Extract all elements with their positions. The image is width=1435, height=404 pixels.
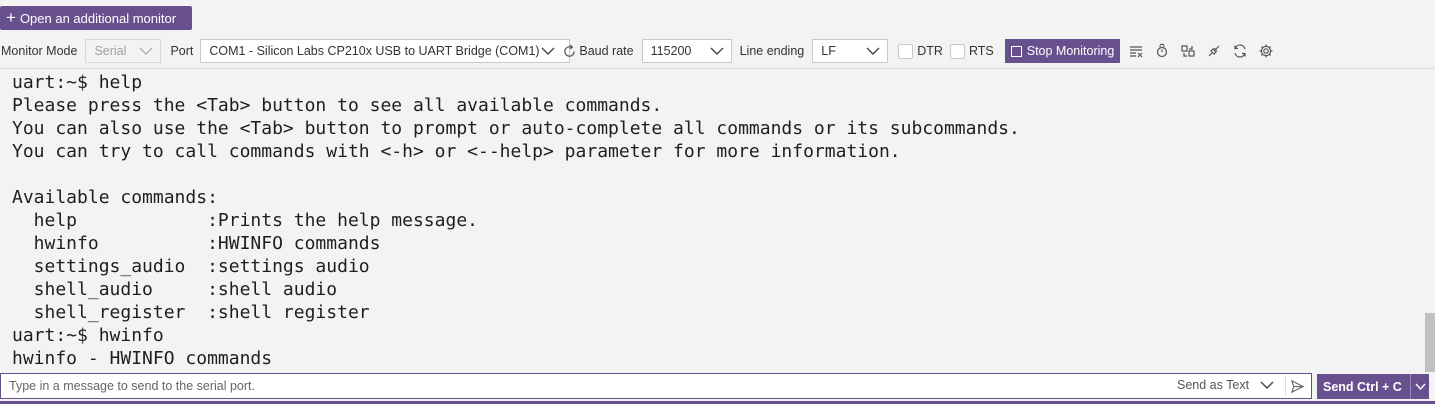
line-ending-label: Line ending bbox=[739, 44, 805, 58]
message-input[interactable] bbox=[0, 373, 1312, 399]
port-value: COM1 - Silicon Labs CP210x USB to UART B… bbox=[209, 44, 540, 58]
chevron-down-icon bbox=[541, 47, 555, 55]
plus-icon: + bbox=[6, 7, 16, 27]
send-bar: Send as Text Send Ctrl + C bbox=[0, 372, 1435, 404]
line-ending-select[interactable]: LF bbox=[812, 39, 889, 63]
settings-icon[interactable] bbox=[1256, 41, 1276, 61]
baud-rate-value: 115200 bbox=[650, 44, 692, 58]
send-as-label: Send as Text bbox=[1177, 378, 1250, 392]
open-monitor-label: Open an additional monitor bbox=[19, 10, 177, 26]
monitor-mode-select[interactable]: Serial bbox=[85, 39, 162, 63]
stop-square-icon bbox=[1010, 45, 1022, 57]
port-select[interactable]: COM1 - Silicon Labs CP210x USB to UART B… bbox=[200, 39, 575, 63]
port-label: Port bbox=[170, 44, 194, 58]
stop-monitoring-button[interactable]: Stop Monitoring bbox=[1004, 39, 1121, 63]
terminal-text: uart:~$ help Please press the <Tab> butt… bbox=[12, 72, 1020, 369]
serial-output[interactable]: uart:~$ help Please press the <Tab> butt… bbox=[0, 68, 1435, 372]
chevron-down-icon bbox=[710, 47, 724, 55]
chevron-down-icon bbox=[1260, 381, 1274, 389]
rts-checkbox[interactable] bbox=[949, 43, 965, 59]
send-ctrl-c-button[interactable]: Send Ctrl + C bbox=[1317, 374, 1429, 399]
monitor-toolbar: Monitor Mode Serial Port COM1 - Silicon … bbox=[0, 36, 1435, 66]
rts-label: RTS bbox=[968, 44, 994, 58]
open-additional-monitor-button[interactable]: + Open an additional monitor bbox=[0, 6, 192, 30]
timestamp-icon[interactable] bbox=[1152, 41, 1172, 61]
clear-output-icon[interactable] bbox=[1126, 41, 1146, 61]
send-as-select[interactable]: Send as Text bbox=[1177, 378, 1275, 392]
stop-monitoring-label: Stop Monitoring bbox=[1026, 44, 1115, 58]
chevron-down-icon bbox=[866, 47, 880, 55]
refresh-ports-icon[interactable] bbox=[562, 44, 577, 59]
chevron-down-icon bbox=[139, 47, 153, 55]
send-icon[interactable] bbox=[1285, 376, 1309, 396]
send-options-dropdown[interactable] bbox=[1410, 374, 1429, 399]
send-ctrl-c-label: Send Ctrl + C bbox=[1323, 379, 1402, 394]
toggle-hex-icon[interactable] bbox=[1178, 41, 1198, 61]
baud-rate-select[interactable]: 115200 bbox=[641, 39, 732, 63]
line-ending-value: LF bbox=[821, 44, 836, 58]
chevron-down-icon bbox=[1414, 383, 1426, 391]
vertical-scrollbar[interactable] bbox=[1425, 313, 1435, 372]
restart-icon[interactable] bbox=[1230, 41, 1250, 61]
top-bar: + Open an additional monitor bbox=[0, 0, 1435, 34]
monitor-mode-label: Monitor Mode bbox=[1, 44, 78, 58]
baud-rate-label: Baud rate bbox=[579, 44, 634, 58]
connection-icon[interactable] bbox=[1204, 41, 1224, 61]
dtr-label: DTR bbox=[917, 44, 943, 58]
monitor-mode-value: Serial bbox=[94, 44, 127, 58]
dtr-checkbox[interactable] bbox=[898, 43, 914, 59]
